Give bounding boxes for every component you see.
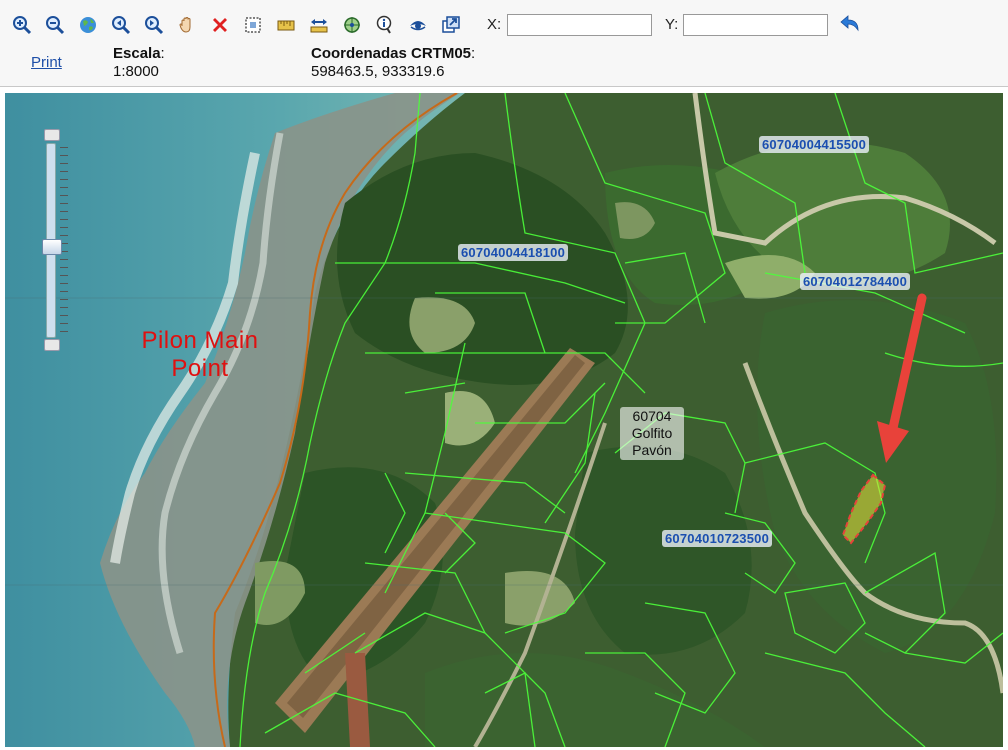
pan-hand-icon[interactable] <box>175 13 199 37</box>
district-label: 60704 Golfito Pavón <box>620 407 684 460</box>
locate-icon[interactable] <box>340 13 364 37</box>
identify-icon[interactable] <box>373 13 397 37</box>
district-locality: Pavón <box>632 442 672 458</box>
map-view[interactable]: Pilon Main Point 60704004415500 60704004… <box>5 93 1003 747</box>
measure-icon[interactable] <box>274 13 298 37</box>
select-box-icon[interactable] <box>241 13 265 37</box>
zoom-previous-icon[interactable] <box>109 13 133 37</box>
map-toolbar: X: Y: Print Escala: 1:8000 Coordenadas C… <box>0 0 1008 87</box>
scale-value: 1:8000 <box>113 63 159 80</box>
zoom-slider-down-icon[interactable] <box>44 339 60 351</box>
y-label: Y: <box>665 16 679 33</box>
zoom-slider[interactable] <box>39 129 69 351</box>
parcel-label[interactable]: 60704004415500 <box>759 136 870 153</box>
x-label: X: <box>487 16 502 33</box>
tool-group <box>10 12 472 38</box>
parcel-label[interactable]: 60704010723500 <box>662 530 773 547</box>
clear-icon[interactable] <box>208 13 232 37</box>
parcel-label[interactable]: 60704012784400 <box>800 273 911 290</box>
scale-label: Escala: <box>113 45 165 62</box>
coords-value: 598463.5, 933319.6 <box>311 63 445 80</box>
zoom-out-icon[interactable] <box>43 13 67 37</box>
parcel-label[interactable]: 60704004418100 <box>458 244 569 261</box>
place-label: Pilon Main Point <box>117 327 283 383</box>
y-coordinate-input[interactable] <box>683 14 828 36</box>
full-extent-icon[interactable] <box>76 13 100 37</box>
coords-label: Coordenadas CRTM05: <box>311 45 476 62</box>
zoom-in-icon[interactable] <box>10 13 34 37</box>
go-back-icon[interactable] <box>838 12 862 36</box>
place-label-line-2: Point <box>171 355 229 382</box>
district-name: Golfito <box>631 425 673 441</box>
measure-distance-icon[interactable] <box>307 13 331 37</box>
external-window-icon[interactable] <box>439 13 463 37</box>
zoom-slider-up-icon[interactable] <box>44 129 60 141</box>
zoom-slider-handle[interactable] <box>42 239 62 255</box>
x-coordinate-input[interactable] <box>507 14 652 36</box>
zoom-next-icon[interactable] <box>142 13 166 37</box>
visibility-icon[interactable] <box>406 13 430 37</box>
satellite-imagery <box>5 93 1003 747</box>
print-link[interactable]: Print <box>31 54 62 71</box>
district-code: 60704 <box>632 408 672 424</box>
place-label-line-1: Pilon Main <box>141 327 259 354</box>
